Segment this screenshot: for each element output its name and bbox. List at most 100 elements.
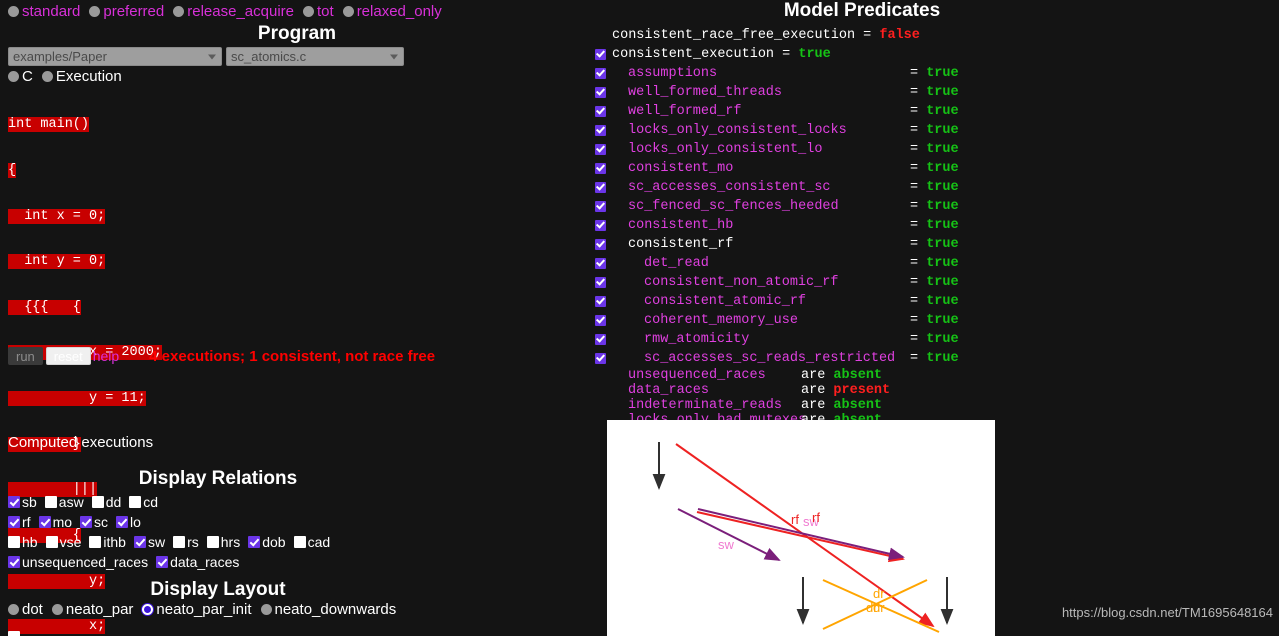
memory-model-option-standard[interactable]: standard — [8, 4, 80, 19]
relation-checkbox-unsequenced-races[interactable]: unsequenced_races — [8, 555, 148, 569]
relation-checkbox-ithb[interactable]: ithb — [89, 535, 126, 549]
checkbox-icon[interactable] — [173, 536, 186, 548]
checkbox-icon[interactable] — [8, 516, 20, 528]
relation-checkbox-rs[interactable]: rs — [173, 535, 199, 549]
reset-button[interactable]: reset — [45, 347, 91, 365]
relation-checkbox-dob[interactable]: dob — [248, 535, 286, 549]
relation-checkbox-sw[interactable]: sw — [133, 535, 165, 549]
checkbox-icon[interactable] — [129, 496, 142, 508]
checkbox-icon[interactable] — [116, 516, 129, 528]
radio-icon[interactable] — [173, 6, 185, 17]
predicate-value-group: = true — [910, 141, 959, 157]
relation-label: lo — [130, 514, 141, 530]
memory-model-option-preferred[interactable]: preferred — [89, 4, 164, 19]
relations-row: unsequenced_races data_races — [8, 552, 588, 572]
predicate-name: consistent_non_atomic_rf — [644, 274, 839, 290]
checkbox-icon[interactable] — [595, 125, 606, 136]
checkbox-icon[interactable] — [595, 258, 606, 269]
execution-graph-svg[interactable]: rf sw rf sw dr dr dr — [607, 420, 995, 636]
checkbox-icon[interactable] — [595, 182, 606, 193]
checkbox-icon[interactable] — [595, 87, 606, 98]
checkbox-icon[interactable] — [595, 220, 606, 231]
layout-option-dot[interactable]: dot — [8, 602, 43, 617]
checkbox-icon[interactable] — [248, 536, 261, 548]
radio-icon[interactable] — [342, 6, 354, 17]
layout-option-neato-par[interactable]: neato_par — [51, 602, 133, 617]
checkbox-icon[interactable] — [91, 496, 104, 508]
app-root: standard preferred release_acquire tot r… — [0, 0, 1279, 636]
checkbox-icon[interactable] — [80, 516, 93, 528]
checkbox-icon[interactable] — [595, 334, 606, 345]
relation-checkbox-sb[interactable]: sb — [8, 495, 37, 509]
relations-row: rf mo sc lo — [8, 512, 588, 532]
relation-checkbox-data-races[interactable]: data_races — [156, 555, 239, 569]
radio-icon[interactable] — [142, 604, 154, 615]
execution-graph-panel[interactable]: rf sw rf sw dr dr dr — [607, 420, 995, 636]
checkbox-icon[interactable] — [44, 496, 57, 508]
checkbox-icon[interactable] — [595, 201, 606, 212]
checkbox-icon[interactable] — [595, 353, 606, 364]
radio-icon[interactable] — [8, 71, 19, 82]
checkbox-icon[interactable] — [595, 296, 606, 307]
checkbox-icon[interactable] — [133, 536, 146, 548]
layout-option-neato-downwards[interactable]: neato_downwards — [260, 602, 396, 617]
relation-checkbox-vse[interactable]: vse — [45, 535, 81, 549]
relation-checkbox-hrs[interactable]: hrs — [206, 535, 240, 549]
radio-icon[interactable] — [41, 71, 53, 82]
bottom-partial-checkbox[interactable] — [8, 630, 22, 636]
radio-icon[interactable] — [8, 6, 19, 17]
radio-icon[interactable] — [89, 6, 101, 17]
relation-checkbox-lo[interactable]: lo — [116, 515, 141, 529]
checkbox-icon[interactable] — [8, 556, 20, 568]
checkbox-icon[interactable] — [595, 49, 606, 60]
checkbox-icon[interactable] — [38, 516, 51, 528]
relation-label: sc — [94, 514, 109, 530]
checkbox-icon[interactable] — [8, 631, 20, 636]
checkbox-icon[interactable] — [8, 496, 20, 508]
directory-select[interactable]: examples/Paper — [8, 47, 222, 66]
radio-icon[interactable] — [51, 604, 63, 615]
relation-checkbox-cad[interactable]: cad — [293, 535, 330, 549]
checkbox-icon[interactable] — [595, 106, 606, 117]
program-view-option-execution[interactable]: Execution — [41, 69, 122, 84]
relation-checkbox-rf[interactable]: rf — [8, 515, 31, 529]
memory-model-option-relaxed-only[interactable]: relaxed_only — [342, 4, 442, 19]
relation-checkbox-cd[interactable]: cd — [129, 495, 158, 509]
checkbox-icon[interactable] — [595, 163, 606, 174]
left-panel: standard preferred release_acquire tot r… — [0, 0, 600, 636]
relation-checkbox-dd[interactable]: dd — [91, 495, 121, 509]
file-select-value: sc_atomics.c — [231, 49, 307, 64]
relation-label: mo — [52, 514, 73, 530]
computed-executions-label: Computed executions — [8, 434, 154, 451]
memory-model-option-release-acquire[interactable]: release_acquire — [173, 4, 294, 19]
checkbox-icon[interactable] — [595, 68, 606, 79]
layout-option-neato-par-init[interactable]: neato_par_init — [142, 602, 252, 617]
radio-icon[interactable] — [8, 604, 19, 615]
relation-checkbox-asw[interactable]: asw — [44, 495, 84, 509]
checkbox-icon[interactable] — [595, 144, 606, 155]
relation-checkbox-mo[interactable]: mo — [38, 514, 73, 530]
checkbox-icon[interactable] — [595, 277, 606, 288]
help-link[interactable]: help — [93, 348, 119, 364]
program-view-option-c[interactable]: C — [8, 69, 33, 84]
relation-checkbox-sc[interactable]: sc — [80, 515, 108, 529]
checkbox-icon[interactable] — [45, 536, 58, 548]
checkbox-icon[interactable] — [206, 536, 219, 548]
checkbox-icon[interactable] — [8, 536, 20, 548]
checkbox-icon[interactable] — [89, 536, 102, 548]
relation-label: cd — [143, 494, 159, 510]
relation-checkbox-hb[interactable]: hb — [8, 535, 38, 549]
checkbox-icon[interactable] — [156, 556, 169, 568]
memory-model-option-tot[interactable]: tot — [303, 4, 334, 19]
graph-label-rf: rf — [812, 510, 820, 525]
predicate-value-group: = true — [910, 293, 959, 309]
checkbox-icon[interactable] — [293, 536, 306, 548]
checkbox-icon[interactable] — [595, 315, 606, 326]
run-button[interactable]: run — [8, 347, 43, 365]
radio-icon[interactable] — [303, 6, 314, 17]
file-select[interactable]: sc_atomics.c — [226, 47, 404, 66]
predicate-name: well_formed_threads — [628, 84, 782, 100]
checkbox-icon[interactable] — [595, 239, 606, 250]
memory-model-radio-group: standard preferred release_acquire tot r… — [0, 0, 600, 19]
radio-icon[interactable] — [260, 604, 272, 615]
